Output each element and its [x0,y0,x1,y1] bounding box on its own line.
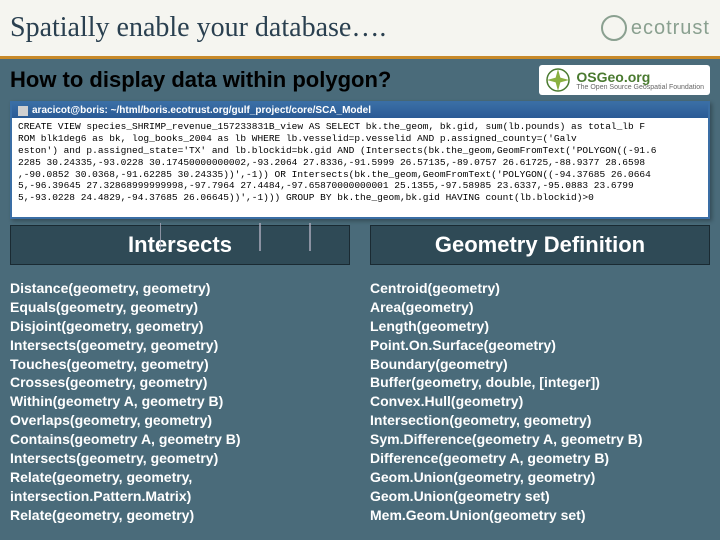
subtitle: How to display data within polygon? [10,67,391,93]
list-item: Sym.Difference(geometry A, geometry B) [370,430,710,449]
sql-window-title: aracicot@boris: ~/html/boris.ecotrust.or… [32,105,371,116]
list-item: Contains(geometry A, geometry B) [10,430,350,449]
ecotrust-logo: ecotrust [601,15,710,41]
list-item: Overlaps(geometry, geometry) [10,411,350,430]
list-item: Geom.Union(geometry set) [370,487,710,506]
subtitle-row: How to display data within polygon? OSGe… [0,59,720,97]
columns: Intersects Distance(geometry, geometry) … [0,219,720,525]
list-item: Crosses(geometry, geometry) [10,373,350,392]
list-item: Difference(geometry A, geometry B) [370,449,710,468]
terminal-icon [18,106,28,116]
list-item: Intersects(geometry, geometry) [10,449,350,468]
list-item: Relate(geometry, geometry) [10,506,350,525]
sql-window: aracicot@boris: ~/html/boris.ecotrust.or… [10,101,710,219]
list-item: Centroid(geometry) [370,279,710,298]
list-item: Convex.Hull(geometry) [370,392,710,411]
list-item: Touches(geometry, geometry) [10,355,350,374]
geometry-definition-header: Geometry Definition [370,225,710,265]
list-item: Length(geometry) [370,317,710,336]
list-item: Equals(geometry, geometry) [10,298,350,317]
list-item: Geom.Union(geometry, geometry) [370,468,710,487]
list-item: Boundary(geometry) [370,355,710,374]
sql-body: CREATE VIEW species_SHRIMP_revenue_15723… [12,118,708,217]
list-item: Area(geometry) [370,298,710,317]
osgeo-logo: OSGeo.org The Open Source Geospatial Fou… [539,65,710,95]
list-item: Buffer(geometry, double, [integer]) [370,373,710,392]
osgeo-compass-icon [545,67,571,93]
list-item: Disjoint(geometry, geometry) [10,317,350,336]
geometry-definition-list: Centroid(geometry) Area(geometry) Length… [370,279,710,525]
sql-window-titlebar: aracicot@boris: ~/html/boris.ecotrust.or… [12,103,708,118]
ecotrust-text: ecotrust [631,17,710,40]
list-item: Mem.Geom.Union(geometry set) [370,506,710,525]
intersects-header: Intersects [10,225,350,265]
ecotrust-circle-icon [601,15,627,41]
osgeo-text: OSGeo.org [576,70,704,84]
left-column: Intersects Distance(geometry, geometry) … [10,225,350,525]
list-item: Intersects(geometry, geometry) [10,336,350,355]
osgeo-subtext: The Open Source Geospatial Foundation [576,84,704,91]
page-title: Spatially enable your database…. [10,12,386,44]
list-item: Relate(geometry, geometry, intersection.… [10,468,350,506]
list-item: Intersection(geometry, geometry) [370,411,710,430]
title-bar: Spatially enable your database…. ecotrus… [0,0,720,59]
list-item: Point.On.Surface(geometry) [370,336,710,355]
intersects-list: Distance(geometry, geometry) Equals(geom… [10,279,350,525]
list-item: Within(geometry A, geometry B) [10,392,350,411]
right-column: Geometry Definition Centroid(geometry) A… [370,225,710,525]
list-item: Distance(geometry, geometry) [10,279,350,298]
